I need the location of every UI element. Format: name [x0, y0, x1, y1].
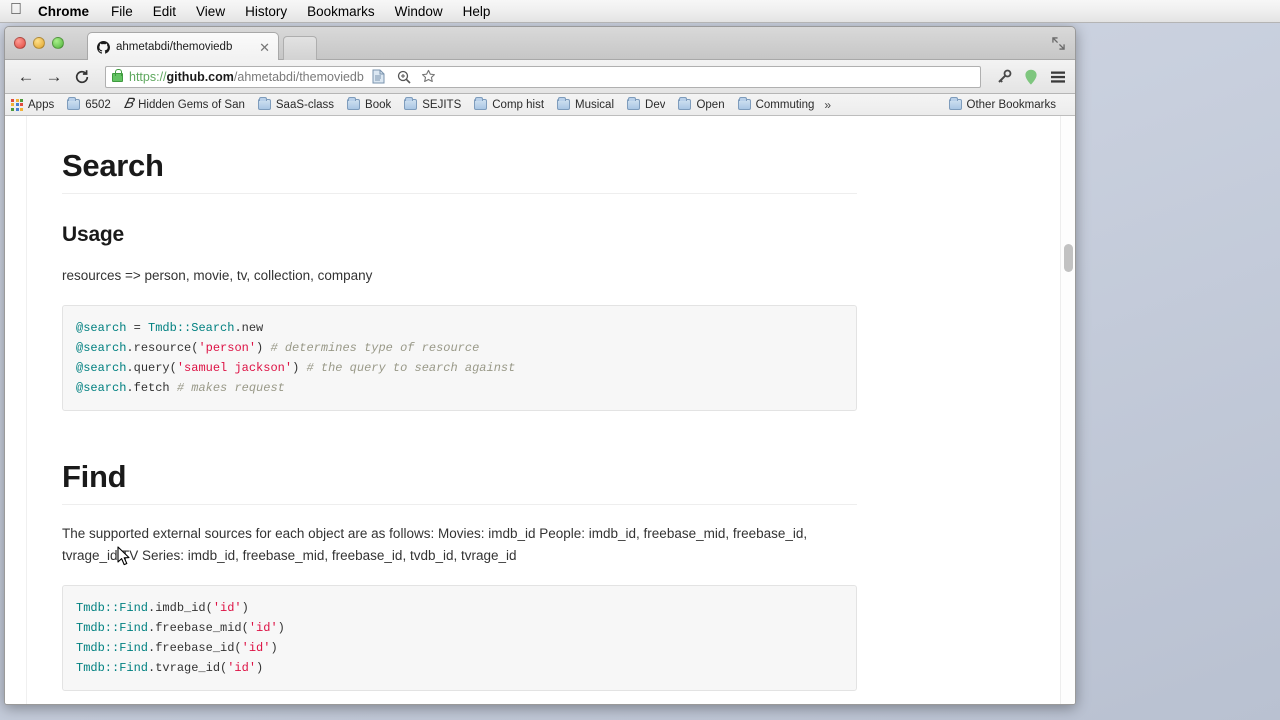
tab-strip: ahmetabdi/themoviedb ✕	[5, 27, 1075, 61]
menu-item-help[interactable]: Help	[463, 4, 491, 19]
mac-menu-bar:  Chrome File Edit View History Bookmark…	[0, 0, 1280, 23]
back-arrow-icon[interactable]: ←	[13, 64, 39, 90]
bookmarks-bar: Apps 6502 𝐵 Hidden Gems of San SaaS-clas…	[5, 94, 1075, 116]
folder-icon	[347, 97, 361, 110]
menu-item-chrome[interactable]: Chrome	[38, 4, 89, 19]
heading-usage: Usage	[62, 223, 125, 246]
heading-search: Search	[62, 148, 857, 194]
fullscreen-arrows-icon[interactable]	[1049, 34, 1067, 52]
bookmark-open[interactable]: Open	[678, 97, 725, 111]
folder-icon	[67, 97, 81, 110]
bookmark-label: SaaS-class	[275, 98, 335, 111]
omnibox-icons	[370, 68, 438, 86]
address-bar-url: https://github.com/ahmetabdi/themoviedb	[129, 70, 364, 84]
page-gutter-line	[26, 116, 27, 704]
menu-item-window[interactable]: Window	[395, 4, 443, 19]
url-path: /ahmetabdi/themoviedb	[233, 69, 364, 84]
code-block-search: @search = Tmdb::Search.new @search.resou…	[62, 304, 857, 411]
extension-icons	[995, 68, 1067, 86]
menu-item-edit[interactable]: Edit	[153, 4, 176, 19]
bookmark-dev[interactable]: Dev	[627, 97, 666, 111]
url-host: github.com	[166, 69, 234, 84]
folder-icon	[948, 97, 962, 110]
bookmark-apps[interactable]: Apps	[11, 98, 55, 111]
tab-close-icon[interactable]: ✕	[257, 41, 272, 54]
folder-icon	[627, 97, 641, 110]
bookmark-book[interactable]: Book	[347, 97, 392, 111]
bookmark-label: Hidden Gems of San	[138, 98, 245, 111]
vertical-scrollbar[interactable]	[1060, 116, 1075, 704]
address-bar[interactable]: https://github.com/ahmetabdi/themoviedb	[105, 65, 981, 88]
zoom-magnifier-icon[interactable]	[395, 68, 413, 86]
github-octocat-icon	[97, 40, 110, 54]
readme-content: Search Usage resources => person, movie,…	[62, 116, 862, 691]
horizontal-scrollbar[interactable]	[5, 704, 1075, 705]
chrome-menu-icon[interactable]	[1049, 68, 1067, 86]
bookmark-commuting[interactable]: Commuting	[737, 97, 815, 111]
page-viewport: Search Usage resources => person, movie,…	[5, 116, 1075, 704]
resources-paragraph: resources => person, movie, tv, collecti…	[62, 268, 373, 283]
bookmark-label: Open	[696, 98, 725, 111]
browser-tab-active[interactable]: ahmetabdi/themoviedb ✕	[87, 32, 279, 61]
extension-key-icon[interactable]	[995, 68, 1013, 86]
folder-icon	[404, 97, 418, 110]
bookmark-label: Musical	[575, 98, 615, 111]
apple-logo-icon[interactable]: 	[10, 2, 22, 18]
code-block-find: Tmdb::Find.imdb_id('id') Tmdb::Find.free…	[62, 584, 857, 691]
folder-icon	[474, 97, 488, 110]
bookmark-label: Dev	[645, 98, 666, 111]
url-scheme: https://	[129, 69, 167, 84]
bookmark-label: SEJITS	[422, 98, 462, 111]
browser-toolbar: ← → https://github.com/ahmetabdi/themovi…	[5, 60, 1075, 94]
bookmark-label: Book	[365, 98, 392, 111]
bookmark-label: Other Bookmarks	[966, 98, 1056, 111]
folder-icon	[737, 97, 751, 110]
bookmark-comp-hist[interactable]: Comp hist	[474, 97, 545, 111]
lock-icon	[112, 69, 123, 82]
bookmark-musical[interactable]: Musical	[557, 97, 615, 111]
bookmark-sejits[interactable]: SEJITS	[404, 97, 462, 111]
folder-icon	[557, 97, 571, 110]
forward-arrow-icon[interactable]: →	[41, 64, 67, 90]
chrome-browser-window: ahmetabdi/themoviedb ✕ ← → https://githu…	[4, 26, 1076, 705]
bookmark-hidden-gems[interactable]: 𝐵 Hidden Gems of San	[124, 97, 245, 113]
bookmark-label: Commuting	[755, 98, 815, 111]
heading-find: Find	[62, 459, 857, 505]
folder-icon	[257, 97, 271, 110]
new-tab-button[interactable]	[283, 36, 317, 60]
bookmark-other-bookmarks[interactable]: Other Bookmarks	[948, 97, 1056, 111]
close-window-button[interactable]	[14, 37, 26, 49]
bookmark-6502[interactable]: 6502	[67, 97, 111, 111]
folder-icon	[678, 97, 692, 110]
bookmark-label: 6502	[85, 98, 111, 111]
menu-item-view[interactable]: View	[196, 4, 225, 19]
tab-title: ahmetabdi/themoviedb	[116, 41, 233, 53]
location-pin-icon[interactable]	[1022, 68, 1040, 86]
vertical-scrollbar-thumb[interactable]	[1064, 244, 1073, 272]
bookmark-saas-class[interactable]: SaaS-class	[257, 97, 335, 111]
reload-icon[interactable]	[69, 64, 95, 90]
script-b-icon: 𝐵	[123, 96, 134, 112]
bookmarks-overflow-icon[interactable]: »	[824, 98, 831, 112]
zoom-window-button[interactable]	[52, 37, 64, 49]
menu-item-history[interactable]: History	[245, 4, 287, 19]
bookmark-label: Apps	[28, 98, 55, 111]
find-paragraph: The supported external sources for each …	[62, 525, 808, 563]
apps-grid-icon	[11, 98, 23, 111]
bookmark-label: Comp hist	[492, 98, 545, 111]
menu-item-bookmarks[interactable]: Bookmarks	[307, 4, 375, 19]
bookmark-star-icon[interactable]	[420, 68, 438, 86]
page-document-icon[interactable]	[370, 68, 388, 86]
window-traffic-lights	[14, 37, 64, 49]
minimize-window-button[interactable]	[33, 37, 45, 49]
menu-item-file[interactable]: File	[111, 4, 133, 19]
